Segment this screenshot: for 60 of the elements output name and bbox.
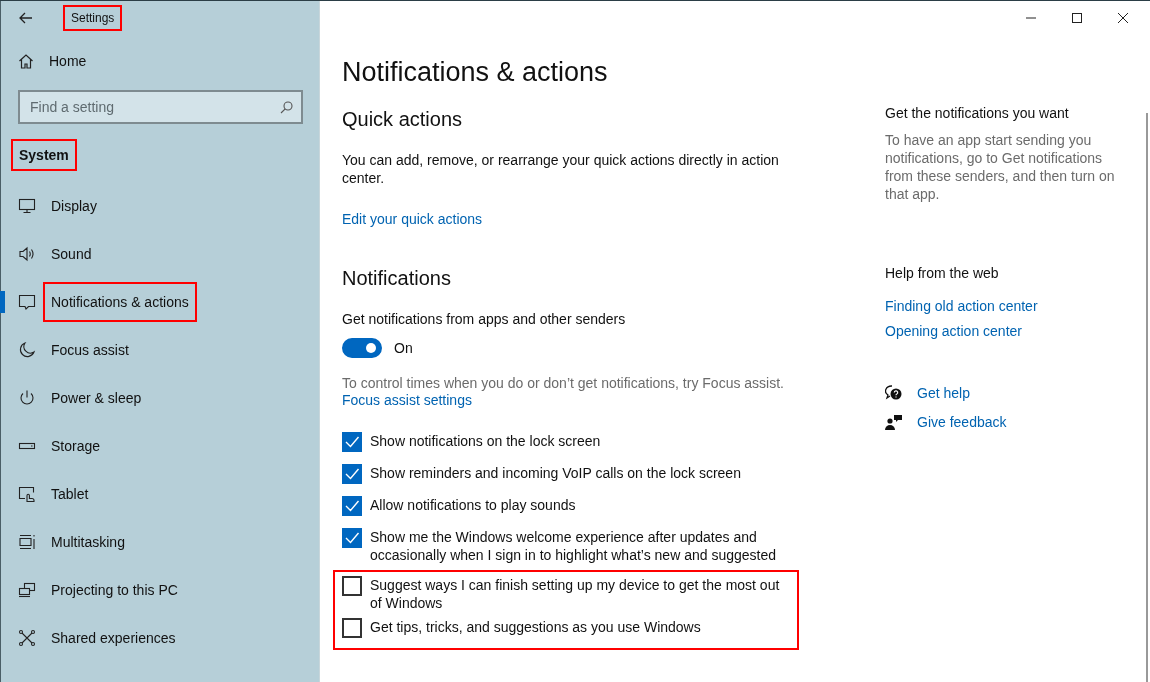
nav-item[interactable]: Focus assist [1, 326, 319, 374]
info-text: To have an app start sending you notifications, go to Get notifications from these senders, and then turn on that app. [885, 131, 1116, 203]
maximize-icon[interactable] [1071, 12, 1083, 24]
toggle-switch[interactable] [342, 338, 382, 358]
checkbox[interactable] [342, 576, 362, 596]
section-heading: Quick actions [342, 108, 464, 131]
checkbox-label: Show me the Windows welcome experience after updates and occasionally when I sign in to highlight what’s new and suggested [370, 528, 777, 564]
chat-question-icon [885, 385, 903, 401]
checkbox[interactable] [342, 618, 362, 638]
section-heading: Notifications [342, 267, 452, 290]
home-item[interactable]: Home [1, 38, 319, 84]
nav-item[interactable]: Multitasking [1, 518, 319, 566]
power-icon [18, 389, 36, 407]
search-field[interactable]: Find a setting [18, 90, 303, 124]
panel-heading: Get the notifications you want [885, 105, 1070, 121]
tablet-icon [18, 485, 36, 503]
checkbox-label: Allow notifications to play sounds [370, 496, 577, 514]
section-heading: System [11, 139, 77, 171]
nav-item[interactable]: Sound [1, 230, 319, 278]
checkbox[interactable] [342, 528, 362, 548]
description-text: You can add, remove, or rearrange your quick actions directly in action center. [342, 151, 780, 187]
nodes-icon [18, 629, 36, 647]
window-title: Settings [63, 5, 123, 31]
focus-assist-link[interactable]: Focus assist settings [342, 392, 472, 408]
checkbox-label: Show reminders and incoming VoIP calls on the lock screen [370, 464, 742, 482]
checkbox-label: Suggest ways I can finish setting up my device to get the most out of Windows [370, 576, 781, 612]
person-speech-icon [885, 414, 903, 430]
monitor-icon [18, 197, 36, 215]
help-link[interactable]: Opening action center [885, 323, 1022, 339]
action-link[interactable]: Get help [917, 385, 970, 401]
toggle-label: Get notifications from apps and other senders [342, 310, 627, 328]
nav-item[interactable]: Tablet [1, 470, 319, 518]
nav-item[interactable]: Projecting to this PC [1, 566, 319, 614]
help-link[interactable]: Finding old action center [885, 298, 1038, 314]
checkbox[interactable] [342, 432, 362, 452]
screens-icon [18, 581, 36, 599]
nav-item[interactable]: Storage [1, 422, 319, 470]
nav-item[interactable]: Power & sleep [1, 374, 319, 422]
multitasking-icon [18, 533, 36, 551]
close-icon[interactable] [1117, 12, 1129, 24]
nav-item[interactable]: Shared experiences [1, 614, 319, 662]
back-arrow-icon[interactable] [19, 12, 33, 24]
nav-item[interactable]: Notifications & actions [1, 278, 319, 326]
action-link[interactable]: Give feedback [917, 414, 1007, 430]
checkbox[interactable] [342, 496, 362, 516]
toggle-state-text: On [394, 340, 413, 356]
search-icon [280, 101, 293, 114]
scrollbar[interactable] [1146, 113, 1148, 682]
speaker-icon [18, 245, 36, 263]
moon-icon [18, 341, 36, 359]
checkbox-label: Get tips, tricks, and suggestions as you use Windows [370, 618, 702, 636]
nav-item[interactable]: Display [1, 182, 319, 230]
edit-quick-actions-link[interactable]: Edit your quick actions [342, 211, 483, 227]
speech-bubble-icon [18, 293, 36, 311]
home-icon [18, 53, 34, 69]
checkbox-label: Show notifications on the lock screen [370, 432, 602, 450]
checkbox[interactable] [342, 464, 362, 484]
panel-heading: Help from the web [885, 265, 1000, 281]
page-title: Notifications & actions [342, 57, 609, 88]
hint-text: To control times when you do or don’t get notifications, try Focus assist. [342, 374, 785, 392]
